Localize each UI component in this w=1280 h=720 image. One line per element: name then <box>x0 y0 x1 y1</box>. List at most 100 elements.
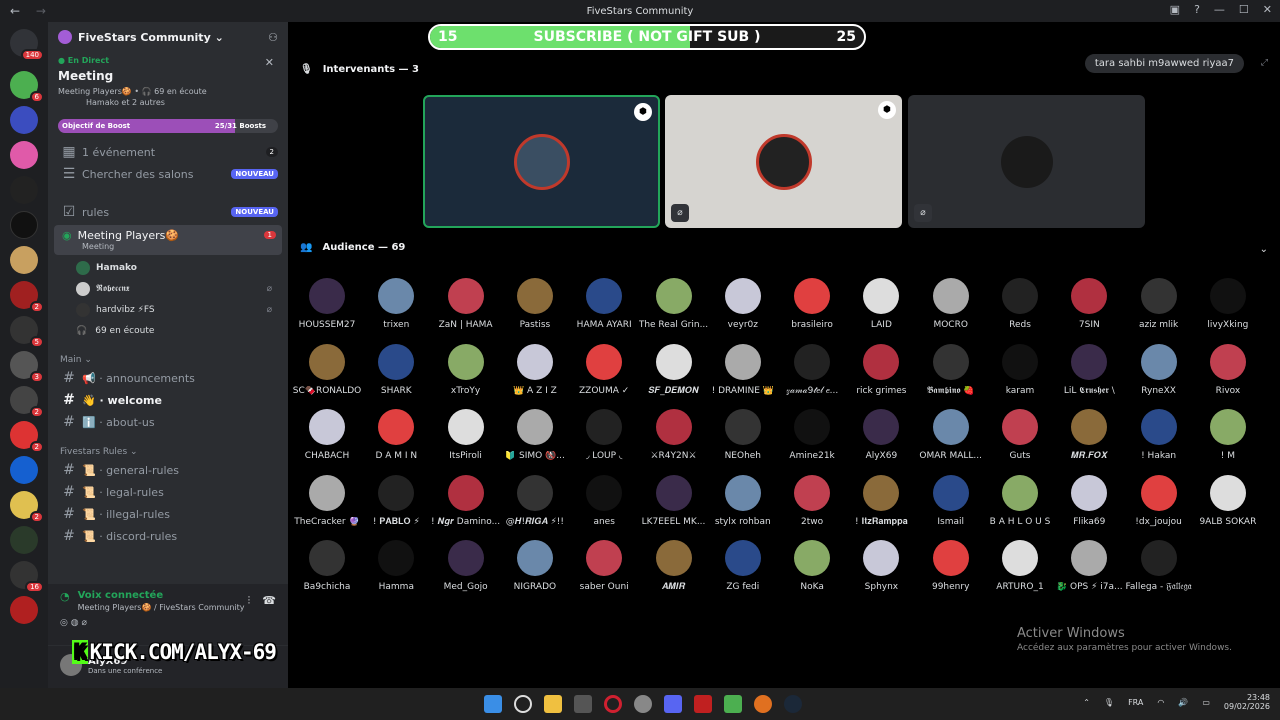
speaker-tile[interactable]: ⬢ ⌀ <box>665 95 902 228</box>
category-main[interactable]: Main ⌄ <box>48 349 288 367</box>
mute-icon[interactable]: ⌀ <box>81 618 86 628</box>
audience-member[interactable]: ARTURO_1 <box>985 540 1055 592</box>
server-icon[interactable] <box>10 211 38 239</box>
audience-member[interactable]: saber Ouni <box>569 540 639 592</box>
audience-member[interactable]: livyXking <box>1193 278 1263 330</box>
language[interactable]: FRA <box>1128 698 1143 707</box>
windows-start-icon[interactable] <box>484 695 502 713</box>
audience-member[interactable]: rick grimes <box>846 343 916 396</box>
home-server-icon[interactable]: 140 <box>10 29 44 61</box>
audience-member[interactable]: 👑 A Z I Z <box>500 343 570 396</box>
chevron-up-icon[interactable]: ⌃ <box>1083 698 1090 707</box>
audience-member[interactable]: HAMA AYARI <box>569 278 639 330</box>
play-icon[interactable] <box>724 695 742 713</box>
audience-member[interactable]: karam <box>985 343 1055 396</box>
file-explorer-icon[interactable] <box>544 695 562 713</box>
audience-member[interactable]: 𝑨𝑴𝑰𝑹 <box>639 540 709 592</box>
audience-member[interactable]: trixen <box>361 278 431 330</box>
audience-member[interactable]: ! Hakan <box>1124 409 1194 461</box>
help-icon[interactable]: ? <box>1194 3 1200 16</box>
audience-member[interactable]: Med_Gojo <box>431 540 501 592</box>
disconnect-icon[interactable]: ☎ <box>262 594 276 612</box>
audience-member[interactable]: NIGRADO <box>500 540 570 592</box>
audience-member[interactable]: Sphynx <box>846 540 916 592</box>
channel-about-us[interactable]: # ℹ️ · about-us <box>48 411 288 433</box>
audience-member[interactable]: Flika69 <box>1054 474 1124 527</box>
speaker-tile[interactable]: ⬢ <box>423 95 660 228</box>
audience-member[interactable]: MOCRO <box>916 278 986 330</box>
noise-icon[interactable]: ◎ <box>60 618 68 628</box>
audience-member[interactable]: xTroYy <box>431 343 501 396</box>
mic-icon[interactable]: 🎙 <box>1104 698 1114 707</box>
audience-member[interactable]: 2two <box>777 474 847 527</box>
voice-user[interactable]: 𝕽𝖔𝖇𝖊𝖈𝖈𝖓𝖝 ⌀ <box>76 278 288 299</box>
server-icon[interactable]: 16 <box>10 561 44 593</box>
audience-member[interactable]: Pastiss <box>500 278 570 330</box>
wifi-icon[interactable]: ◠ <box>1157 698 1164 707</box>
clock[interactable]: 23:48 09/02/2026 <box>1224 693 1270 711</box>
channel-discord-rules[interactable]: # 📜 · discord-rules <box>48 525 288 547</box>
audience-member[interactable]: Reds <box>985 278 1055 330</box>
audience-member[interactable]: SC🍫RONALDO <box>292 343 362 396</box>
audience-member[interactable]: NoKa <box>777 540 847 592</box>
battery-icon[interactable]: ▭ <box>1202 698 1210 707</box>
audience-member[interactable]: Rivox <box>1193 343 1263 396</box>
audience-member[interactable]: 🐉 OPS ⚡ i7a... <box>1054 540 1124 592</box>
audience-member[interactable]: Amine21k <box>777 409 847 461</box>
server-icon[interactable] <box>10 526 38 554</box>
server-icon[interactable]: 2 <box>10 281 44 313</box>
audience-member[interactable]: D A M I N <box>361 409 431 461</box>
audience-member[interactable]: NEOheh <box>708 409 778 461</box>
events-item[interactable]: ▦ 1 événement 2 <box>48 141 288 163</box>
server-header[interactable]: FiveStars Community ⌄ ⚇ <box>48 22 288 52</box>
audience-member[interactable]: OMAR MALL... <box>916 409 986 461</box>
expand-icon[interactable]: ⤢ <box>1261 58 1268 68</box>
channel-search-item[interactable]: ☰ Chercher des salons NOUVEAU <box>48 163 288 185</box>
forward-arrow-icon[interactable]: → <box>36 4 46 18</box>
channel-welcome[interactable]: # 👋 · welcome <box>48 389 288 411</box>
store-icon[interactable] <box>574 695 592 713</box>
audience-member[interactable]: ! M <box>1193 409 1263 461</box>
audience-member[interactable]: ! 𝑵𝒈𝒓 Damino... <box>431 474 501 527</box>
audience-member[interactable]: 9ALB SOKAR <box>1193 474 1263 527</box>
audience-member[interactable]: 𝕭𝖆𝖒𝖇𝖎𝖓𝖔 🍓 <box>916 343 986 396</box>
audience-member[interactable]: 99henry <box>916 540 986 592</box>
audience-member[interactable]: ⚔R4Y2N⚔ <box>639 409 709 461</box>
back-arrow-icon[interactable]: ← <box>10 4 20 18</box>
stage-topic[interactable]: tara sahbi m9awwed riyaa7 <box>1084 54 1244 73</box>
server-icon[interactable]: 2 <box>10 386 44 418</box>
search-app-icon[interactable] <box>754 695 772 713</box>
channel-general-rules[interactable]: # 📜 · general-rules <box>48 459 288 481</box>
close-window-icon[interactable]: ✕ <box>1263 3 1272 16</box>
audience-member[interactable]: RyneXX <box>1124 343 1194 396</box>
channel-illegal-rules[interactable]: # 📜 · illegal-rules <box>48 503 288 525</box>
audience-member[interactable]: LAID <box>846 278 916 330</box>
audience-member[interactable]: CHABACH <box>292 409 362 461</box>
audience-member[interactable]: 𝑴𝑹.𝑭𝑶𝑿 <box>1054 409 1124 461</box>
audience-member[interactable]: TheCracker 🔮 <box>292 474 362 527</box>
audience-member[interactable]: Fallega - 𝔉𝔞𝔩𝔩𝔢𝔤𝔞 <box>1124 540 1194 592</box>
category-rules[interactable]: Fivestars Rules ⌄ <box>48 441 288 459</box>
audience-member[interactable]: ! 𝐏𝐀𝐁𝐋𝐎 ⚡ <box>361 474 431 527</box>
audience-member[interactable]: 𝑺𝑭_𝑫𝑬𝑴𝑶𝑵 <box>639 343 709 396</box>
audience-member[interactable]: ZG fedi <box>708 540 778 592</box>
audience-member[interactable]: stylx rohban <box>708 474 778 527</box>
audience-member[interactable]: HOUSSEM27 <box>292 278 362 330</box>
server-icon[interactable]: 2 <box>10 421 44 453</box>
server-icon[interactable]: 5 <box>10 316 44 348</box>
chevron-down-icon[interactable]: ⌄ <box>1260 244 1268 255</box>
server-icon[interactable] <box>10 106 38 134</box>
channel-announcements[interactable]: # 📢 · announcements <box>48 367 288 389</box>
audience-member[interactable]: brasileiro <box>777 278 847 330</box>
stage-channel[interactable]: ◉ Meeting Players🍪 Meeting 1 <box>54 225 282 255</box>
search-icon[interactable] <box>514 695 532 713</box>
voice-user[interactable]: hardvibz ⚡FS ⌀ <box>76 299 288 320</box>
server-icon[interactable]: 6 <box>10 71 44 103</box>
live-stage-card[interactable]: ✕ ● En Direct Meeting Meeting Players🍪 •… <box>48 52 288 111</box>
audience-member[interactable]: SHARK <box>361 343 431 396</box>
audience-member[interactable]: Hamma <box>361 540 431 592</box>
invite-icon[interactable]: ⚇ <box>268 31 278 44</box>
audience-member[interactable]: ◞ LOUP ◟ <box>569 409 639 461</box>
opera-icon[interactable] <box>604 695 622 713</box>
audience-member[interactable]: ZaN | HAMA <box>431 278 501 330</box>
